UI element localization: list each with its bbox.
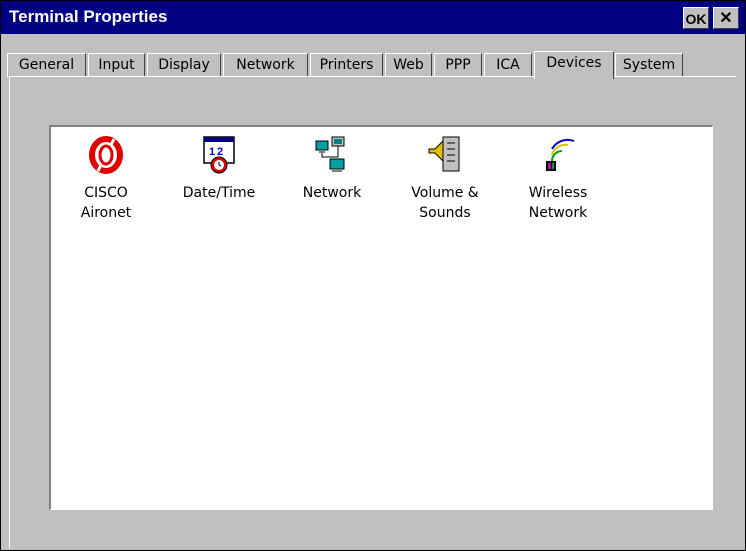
device-cisco-aironet[interactable]: CISCO Aironet: [51, 135, 161, 223]
terminal-properties-window: Terminal Properties OK ✕ General Input D…: [0, 0, 746, 551]
tab-system[interactable]: System: [615, 53, 683, 77]
date-time-icon: 1 2: [203, 136, 235, 174]
tab-network[interactable]: Network: [223, 53, 308, 77]
svg-text:2: 2: [217, 146, 223, 158]
tab-display[interactable]: Display: [147, 53, 221, 77]
wireless-network-icon: [546, 138, 575, 171]
tab-printers[interactable]: Printers: [310, 53, 383, 77]
cisco-aironet-icon: [89, 136, 123, 174]
tab-web[interactable]: Web: [385, 53, 432, 77]
tab-ica[interactable]: ICA: [484, 53, 532, 77]
close-button[interactable]: ✕: [713, 7, 739, 29]
ok-button[interactable]: OK: [683, 7, 709, 29]
device-volume-sounds[interactable]: Volume & Sounds: [390, 135, 500, 223]
device-date-time[interactable]: 1 2 Date/Time: [164, 135, 274, 203]
volume-sounds-icon: [428, 136, 460, 172]
device-label: Wireless Network: [528, 185, 588, 221]
tab-devices[interactable]: Devices: [534, 51, 614, 79]
device-wireless-network[interactable]: Wireless Network: [503, 135, 613, 223]
devices-panel: CISCO Aironet 1 2 Date/Time Network Volu…: [49, 125, 713, 510]
network-icon: [315, 136, 345, 172]
tab-strip: General Input Display Network Printers W…: [1, 51, 745, 79]
device-label: Date/Time: [182, 185, 256, 201]
device-label: Volume & Sounds: [411, 185, 479, 221]
tab-general[interactable]: General: [7, 53, 86, 77]
tab-ppp[interactable]: PPP: [434, 53, 482, 77]
tab-input[interactable]: Input: [88, 53, 145, 77]
title-bar: Terminal Properties OK ✕: [1, 1, 745, 34]
device-network[interactable]: Network: [277, 135, 387, 203]
window-title: Terminal Properties: [9, 7, 168, 26]
device-label: CISCO Aironet: [80, 185, 132, 221]
svg-text:1: 1: [209, 146, 215, 158]
device-label: Network: [302, 185, 362, 201]
